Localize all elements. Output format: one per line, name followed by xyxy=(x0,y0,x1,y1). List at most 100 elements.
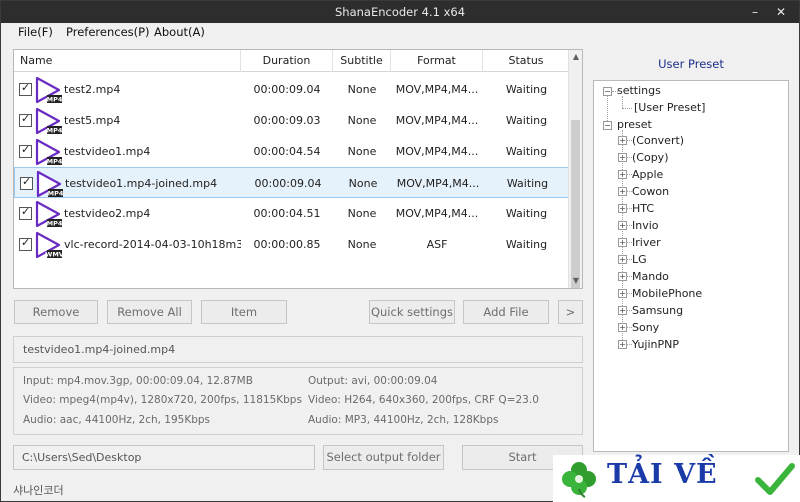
cell-status: Waiting xyxy=(505,114,548,127)
select-output-folder-button[interactable]: Select output folder xyxy=(323,445,444,470)
column-name[interactable]: Name xyxy=(14,50,241,72)
tree-node-preset-item[interactable]: MobilePhone xyxy=(632,285,702,302)
column-duration[interactable]: Duration xyxy=(241,50,333,72)
table-row[interactable]: MP4 test5.mp4 00:00:09.03 None MOV,MP4,M… xyxy=(14,105,570,136)
cell-format: ASF xyxy=(426,238,448,251)
expand-icon[interactable]: + xyxy=(618,340,627,349)
expand-icon[interactable]: + xyxy=(618,153,627,162)
cell-status: Waiting xyxy=(505,238,548,251)
table-row[interactable]: MP4 testvideo1.mp4-joined.mp4 00:00:09.0… xyxy=(14,167,570,198)
tree-node-preset-item[interactable]: (Copy) xyxy=(632,149,669,166)
tree-node-preset-item[interactable]: YujinPNP xyxy=(632,336,679,353)
expand-icon[interactable]: + xyxy=(618,289,627,298)
row-checkbox[interactable] xyxy=(19,143,32,158)
row-checkbox[interactable] xyxy=(19,205,32,220)
cell-name: testvideo1.mp4 xyxy=(64,145,151,158)
tree-node-preset-item[interactable]: Iriver xyxy=(632,234,661,251)
row-checkbox[interactable] xyxy=(19,236,32,251)
expand-preset-icon[interactable]: − xyxy=(603,121,612,130)
cell-duration: 00:00:04.54 xyxy=(253,145,321,158)
tree-node-settings[interactable]: settings xyxy=(617,82,661,99)
tree-node-preset-item[interactable]: Invio xyxy=(632,217,659,234)
minimize-button[interactable]: – xyxy=(743,1,767,23)
video-file-icon: MP4 xyxy=(36,170,63,198)
scroll-down-icon[interactable]: ▼ xyxy=(569,274,582,288)
tree-node-preset-item[interactable]: HTC xyxy=(632,200,654,217)
expand-icon[interactable]: + xyxy=(618,323,627,332)
tree-line xyxy=(622,96,623,108)
cell-name: test5.mp4 xyxy=(64,114,121,127)
preset-tree[interactable]: − settings [User Preset] − preset + (Conv… xyxy=(593,80,789,452)
more-button[interactable]: > xyxy=(558,300,583,324)
table-row[interactable]: WMV vlc-record-2014-04-03-10h18m36... 00… xyxy=(14,229,570,260)
menu-preferences[interactable]: Preferences(P) xyxy=(66,25,150,39)
selected-file-name: testvideo1.mp4-joined.mp4 xyxy=(23,343,176,356)
file-type-badge: MP4 xyxy=(48,190,63,198)
expand-icon[interactable]: + xyxy=(618,136,627,145)
row-checkbox[interactable] xyxy=(20,175,33,190)
watermark-text: TẢI VỀ xyxy=(607,459,718,490)
row-checkbox[interactable] xyxy=(19,81,32,96)
cell-format: MOV,MP4,M4... xyxy=(395,83,479,96)
tree-node-preset-item[interactable]: Samsung xyxy=(632,302,683,319)
tree-node-preset-item[interactable]: LG xyxy=(632,251,647,268)
selected-file-panel: testvideo1.mp4-joined.mp4 xyxy=(13,336,583,363)
file-type-badge: MP4 xyxy=(47,96,62,104)
add-file-button[interactable]: Add File xyxy=(463,300,549,324)
input-info: Input: mp4.mov.3gp, 00:00:09.04, 12.87MB xyxy=(23,375,253,387)
row-checkbox[interactable] xyxy=(19,112,32,127)
item-button[interactable]: Item xyxy=(201,300,287,324)
table-row[interactable]: MP4 testvideo1.mp4 00:00:04.54 None MOV,… xyxy=(14,136,570,167)
tree-node-preset-item[interactable]: Mando xyxy=(632,268,669,285)
video-file-icon: MP4 xyxy=(35,76,62,104)
file-list[interactable]: Name Duration Subtitle Format Status MP4… xyxy=(13,49,583,289)
cell-status: Waiting xyxy=(506,177,549,190)
cell-subtitle: None xyxy=(347,114,377,127)
menu-about[interactable]: About(A) xyxy=(154,25,205,39)
column-subtitle[interactable]: Subtitle xyxy=(333,50,391,72)
cell-subtitle: None xyxy=(347,145,377,158)
output-audio-info: Audio: MP3, 44100Hz, 2ch, 128Kbps xyxy=(308,414,499,426)
column-format[interactable]: Format xyxy=(391,50,483,72)
output-path-field[interactable]: C:\Users\Sed\Desktop xyxy=(13,445,315,470)
file-type-badge: MP4 xyxy=(47,220,62,228)
expand-icon[interactable]: + xyxy=(618,238,627,247)
tree-node-preset-item[interactable]: Sony xyxy=(632,319,659,336)
cell-name: testvideo2.mp4 xyxy=(64,207,151,220)
menu-file[interactable]: File(F) xyxy=(18,25,53,39)
cell-name: vlc-record-2014-04-03-10h18m36... xyxy=(64,238,241,251)
output-info: Output: avi, 00:00:09.04 xyxy=(308,375,438,387)
table-row[interactable]: MP4 test2.mp4 00:00:09.04 None MOV,MP4,M… xyxy=(14,74,570,105)
tree-node-preset-item[interactable]: (Convert) xyxy=(632,132,684,149)
remove-button[interactable]: Remove xyxy=(14,300,98,324)
cell-format: MOV,MP4,M4... xyxy=(395,207,479,220)
file-list-scrollbar[interactable]: ▲ ▼ xyxy=(568,50,582,288)
file-list-header: Name Duration Subtitle Format Status xyxy=(14,50,570,72)
tree-node-preset-item[interactable]: Cowon xyxy=(632,183,669,200)
tree-node-user-preset[interactable]: [User Preset] xyxy=(634,99,705,116)
expand-icon[interactable]: + xyxy=(618,170,627,179)
cell-duration: 00:00:00.85 xyxy=(253,238,321,251)
expand-icon[interactable]: + xyxy=(618,187,627,196)
expand-icon[interactable]: + xyxy=(618,306,627,315)
tree-node-preset-item[interactable]: Apple xyxy=(632,166,663,183)
cell-name: testvideo1.mp4-joined.mp4 xyxy=(65,177,218,190)
window-title: ShanaEncoder 4.1 x64 xyxy=(334,5,466,19)
expand-icon[interactable]: + xyxy=(618,272,627,281)
expand-icon[interactable]: + xyxy=(618,255,627,264)
remove-all-button[interactable]: Remove All xyxy=(107,300,192,324)
preset-panel-title: User Preset xyxy=(658,57,724,71)
close-button[interactable]: ✕ xyxy=(769,1,793,23)
app-window: ShanaEncoder 4.1 x64 – ✕ File(F) Prefere… xyxy=(0,0,800,502)
quick-settings-button[interactable]: Quick settings xyxy=(369,300,455,324)
scroll-up-icon[interactable]: ▲ xyxy=(569,50,582,64)
column-status[interactable]: Status xyxy=(483,50,570,72)
expand-icon[interactable]: + xyxy=(618,221,627,230)
expand-icon[interactable]: + xyxy=(618,204,627,213)
cell-format: MOV,MP4,M4... xyxy=(395,114,479,127)
video-file-icon: MP4 xyxy=(35,107,62,135)
table-row[interactable]: MP4 testvideo2.mp4 00:00:04.51 None MOV,… xyxy=(14,198,570,229)
cell-duration: 00:00:09.04 xyxy=(254,177,322,190)
scroll-thumb[interactable] xyxy=(571,120,580,288)
expand-settings-icon[interactable]: − xyxy=(603,87,612,96)
